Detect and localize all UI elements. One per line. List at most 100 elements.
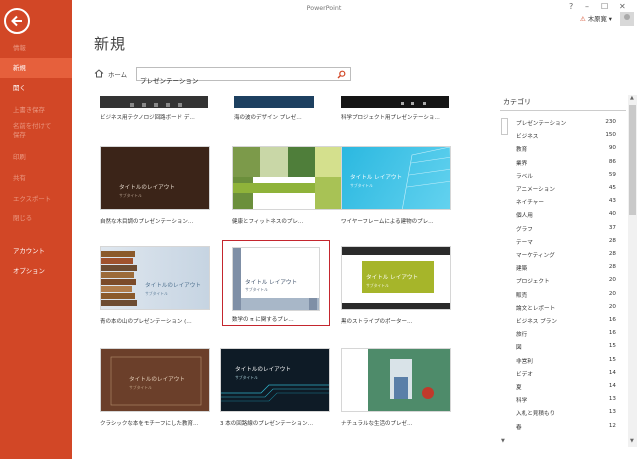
sidebar-item-account[interactable]: アカウント [0,241,72,261]
category-item[interactable]: 非営利 15 [516,354,616,366]
search-input[interactable] [137,74,327,86]
category-count: 59 [608,171,616,178]
help-button[interactable]: ? [569,2,573,11]
category-item[interactable]: 科学 13 [516,393,616,405]
template-card-classic-book[interactable]: タイトルのレイアウト サブタイトル クラシックな本をモチーフにした教育… [100,348,210,434]
category-count: 20 [608,277,616,284]
category-count: 15 [608,356,616,363]
restore-button[interactable]: ☐ [601,2,608,11]
sidebar-item-share[interactable]: 共有 [0,168,72,188]
category-count: 14 [608,369,616,376]
natural-life-art [342,349,450,411]
sidebar-item-close[interactable]: 閉じる [0,208,72,228]
template-card-circuit-lines[interactable]: タイトルのレイアウト サブタイトル 3 本の回路線のプレゼンテーション… [220,348,330,434]
scroll-up-icon[interactable]: ▲ [630,95,634,101]
category-item[interactable]: 夏 14 [516,380,616,392]
category-item[interactable]: 業界 86 [516,156,616,168]
category-count: 37 [608,224,616,231]
template-caption: クラシックな本をモチーフにした教育… [100,421,199,427]
category-item[interactable]: ビジネス プラン 16 [516,314,616,326]
template-card-wood[interactable]: タイトルのレイアウト サブタイトル 自然な木目調のプレゼンテーション… [100,146,210,232]
category-item[interactable]: 建築 28 [516,261,616,273]
circuit-pattern [130,103,182,107]
category-count: 20 [608,303,616,310]
back-button[interactable] [4,8,30,34]
template-thumb: タイトル レイアウト サブタイトル [341,246,451,310]
search-icon[interactable] [337,70,346,79]
category-scrollbar-thumb[interactable] [501,118,508,135]
template-card-natural-life[interactable]: ナチュラルな生活のプレゼ… [341,348,451,434]
back-arrow-icon [11,15,22,27]
template-thumb: タイトル レイアウト サブタイトル [232,247,320,311]
category-name: 図 [516,345,522,352]
category-item[interactable]: ビデオ 14 [516,367,616,379]
template-caption: 科学プロジェクト用プレゼンテーショ… [341,115,440,121]
category-item[interactable]: 春 12 [516,420,616,432]
template-caption: 数学の π に関するプレ… [232,317,294,323]
category-item[interactable]: ラベル 59 [516,169,616,181]
thumb-subtitle: サブタイトル [245,287,268,292]
scrollbar-thumb[interactable] [629,105,636,215]
category-item[interactable]: 教育 90 [516,142,616,154]
category-item[interactable]: 販売 20 [516,288,616,300]
sidebar-item-print[interactable]: 印刷 [0,147,72,167]
category-name: 非営利 [516,358,533,365]
search-box [136,67,351,86]
template-caption: 3 本の回路線のプレゼンテーション… [220,421,314,427]
scroll-down-icon[interactable]: ▼ [630,438,634,444]
category-item[interactable]: 論文とレポート 20 [516,301,616,313]
category-item[interactable]: 旅行 16 [516,327,616,339]
template-card-books[interactable]: タイトルのレイアウト サブタイトル 青の本の山のプレゼンテーション (… [100,246,210,332]
category-item[interactable]: プロジェクト 20 [516,274,616,286]
template-thumb: タイトル レイアウト サブタイトル [341,146,451,210]
category-scroll-down-icon[interactable]: ▼ [501,438,505,444]
template-card-black-stripe[interactable]: タイトル レイアウト サブタイトル 黒のストライプのポーター… [341,246,451,332]
category-item[interactable]: ビジネス 150 [516,129,616,141]
sidebar-item-options[interactable]: オプション [0,261,72,281]
category-name: 夏 [516,385,522,391]
template-card-wireframe[interactable]: タイトル レイアウト サブタイトル ワイヤーフレームによる建物のプレ… [341,146,451,232]
category-header: カテゴリ [503,98,531,106]
template-card-pi-selected[interactable]: タイトル レイアウト サブタイトル 数学の π に関するプレ… [222,240,330,326]
thumb-title: タイトルのレイアウト [129,377,185,383]
category-count: 16 [608,317,616,323]
template-thumb-science[interactable] [341,96,449,108]
thumb-subtitle: サブタイトル [119,193,142,198]
category-item[interactable]: ネイチャー 43 [516,195,616,207]
home-link[interactable]: ホーム [108,70,127,79]
category-item[interactable]: アニメーション 45 [516,182,616,194]
template-card-fitness[interactable]: 健康とフィットネスのプレ… [232,146,342,232]
category-name: 業界 [516,160,528,167]
category-count: 230 [605,119,616,125]
avatar[interactable] [620,12,634,26]
close-button[interactable]: ✕ [619,2,626,11]
home-icon[interactable] [94,69,104,78]
thumb-title: タイトル レイアウト [366,275,419,281]
template-thumb-tech[interactable] [100,96,208,108]
sidebar-item-save[interactable]: 上書き保存 [0,100,72,120]
user-name: 木原寛 [587,16,607,23]
category-item[interactable]: 図 15 [516,340,616,352]
main-scrollbar[interactable]: ▲ ▼ [628,95,637,447]
sidebar-item-save-as[interactable]: 名前を付けて 保存 [0,120,72,142]
thumb-title: タイトルのレイアウト [145,283,201,289]
category-name: ビジネス プラン [516,319,557,325]
template-caption: ビジネス用テクノロジ回路ボード デ… [100,115,195,121]
category-item[interactable]: 入札と見積もり 13 [516,406,616,418]
category-name: 個人用 [516,213,533,220]
template-caption: 青の本の山のプレゼンテーション (… [100,319,192,325]
template-thumb-wave[interactable] [234,96,314,108]
sidebar-item-new[interactable]: 新規 [0,58,72,78]
category-name: グラフ [516,226,533,233]
category-item[interactable]: マーケティング 28 [516,248,616,260]
category-count: 20 [608,290,616,297]
category-item[interactable]: テーマ 28 [516,235,616,247]
category-item[interactable]: グラフ 37 [516,222,616,234]
sidebar-item-info[interactable]: 情報 [0,38,72,58]
user-account[interactable]: ⚠ 木原寛 ▾ [580,14,612,23]
sidebar-item-open[interactable]: 開く [0,78,72,98]
category-item[interactable]: プレゼンテーション 230 [516,116,616,128]
sidebar-item-export[interactable]: エクスポート [0,189,72,209]
minimize-button[interactable]: – [585,2,589,11]
category-item[interactable]: 個人用 40 [516,208,616,220]
